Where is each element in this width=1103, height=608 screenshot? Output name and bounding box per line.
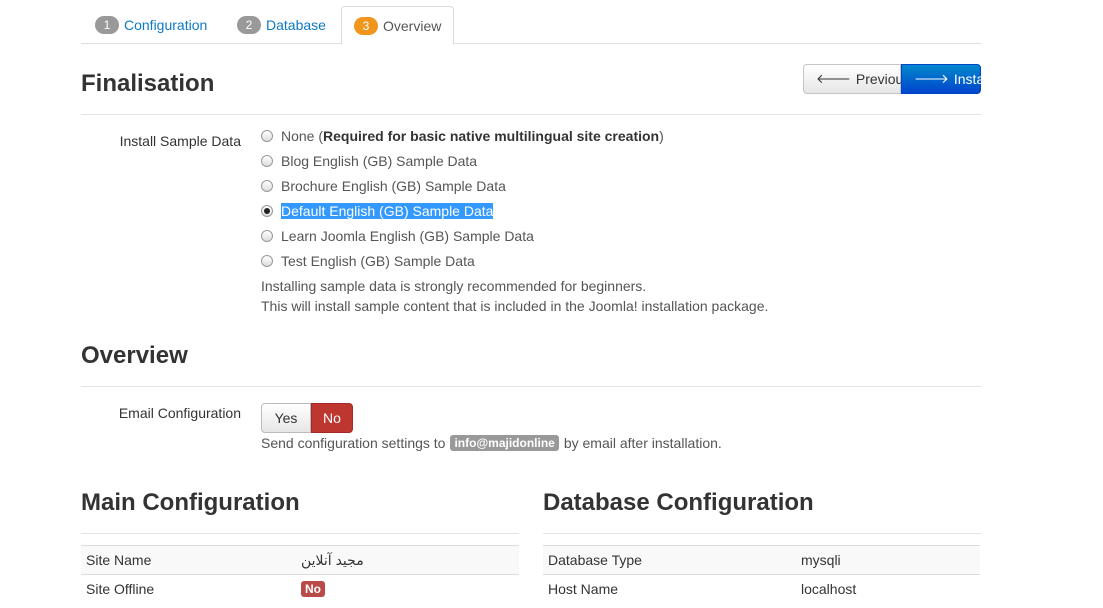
arrow-right-icon: 🡒 [914,71,949,86]
radio-button-selected[interactable] [261,205,273,217]
row-key: Host Name [548,581,619,597]
divider [543,533,981,534]
tab-label: Configuration [124,17,208,33]
row-key: Site Name [86,552,152,568]
radio-button[interactable] [261,255,273,267]
option-label: None (Required for basic native multilin… [281,128,664,144]
install-label: Install [953,71,991,87]
tab-overview[interactable]: 3 Overview [341,6,455,45]
email-configuration-label: Email Configuration [118,405,241,421]
sample-option-learn[interactable]: Learn Joomla English (GB) Sample Data [261,226,534,246]
email-badge: info@majidonline [450,435,559,451]
finalisation-heading: Finalisation [81,70,215,97]
row-value: localhost [801,581,857,597]
arrow-left-icon: 🡐 [816,71,851,86]
email-config-toggle: Yes No [261,403,353,433]
option-label: Default English (GB) Sample Data [281,203,494,219]
table-row: Database Type mysqli [543,545,980,574]
tab-label: Overview [383,17,442,34]
radio-button[interactable] [261,230,273,242]
email-help-text: Send configuration settings to info@maji… [261,435,722,451]
sample-option-default[interactable]: Default English (GB) Sample Data [261,201,494,221]
sample-option-brochure[interactable]: Brochure English (GB) Sample Data [261,176,506,196]
tab-configuration[interactable]: 1 Configuration [83,6,219,44]
status-badge: No [301,581,325,597]
option-label: Test English (GB) Sample Data [281,253,475,269]
overview-heading: Overview [81,342,188,369]
divider [81,533,519,534]
send-suffix: by email after installation. [563,435,722,451]
radio-button[interactable] [261,180,273,192]
step-number-badge: 3 [354,16,378,35]
table-row: Site Name مجید آنلاین [81,545,519,574]
install-button[interactable]: 🡒 Install [901,64,990,94]
row-key: Database Type [548,552,642,568]
divider [81,114,981,115]
main-configuration-heading: Main Configuration [81,489,300,516]
radio-button[interactable] [261,130,273,142]
database-configuration-heading: Database Configuration [543,489,814,516]
sample-data-help-2: This will install sample content that is… [261,298,769,314]
row-value: مجید آنلاین [301,551,364,568]
tab-label: Database [266,17,326,33]
radio-button[interactable] [261,155,273,167]
db-config-table: Database Type mysqli Host Name localhost [543,545,980,603]
sample-option-blog[interactable]: Blog English (GB) Sample Data [261,151,477,171]
yes-button[interactable]: Yes [261,403,311,433]
option-label: Blog English (GB) Sample Data [281,153,478,169]
send-prefix: Send configuration settings to [261,435,446,451]
option-label: Learn Joomla English (GB) Sample Data [281,228,534,244]
previous-button[interactable]: 🡐 Previous [803,64,910,94]
row-value: mysqli [801,552,841,568]
table-row: Site Offline No [81,574,519,603]
no-button[interactable]: No [311,403,353,433]
step-number-badge: 2 [237,16,261,34]
row-key: Site Offline [86,581,155,597]
sample-option-none[interactable]: None (Required for basic native multilin… [261,126,664,146]
main-config-table: Site Name مجید آنلاین Site Offline No [81,545,519,603]
option-label: Brochure English (GB) Sample Data [281,178,506,194]
sample-data-help-1: Installing sample data is strongly recom… [261,278,647,294]
install-steps-tabs: 1 Configuration 2 Database 3 Overview [81,6,981,45]
nav-button-group: 🡐 Previous 🡒 Install [803,64,990,94]
install-sample-data-label: Install Sample Data [119,133,241,149]
sample-option-test[interactable]: Test English (GB) Sample Data [261,251,475,271]
divider [81,386,981,387]
table-row: Host Name localhost [543,574,980,603]
tab-database[interactable]: 2 Database [225,6,338,44]
step-number-badge: 1 [95,16,119,34]
